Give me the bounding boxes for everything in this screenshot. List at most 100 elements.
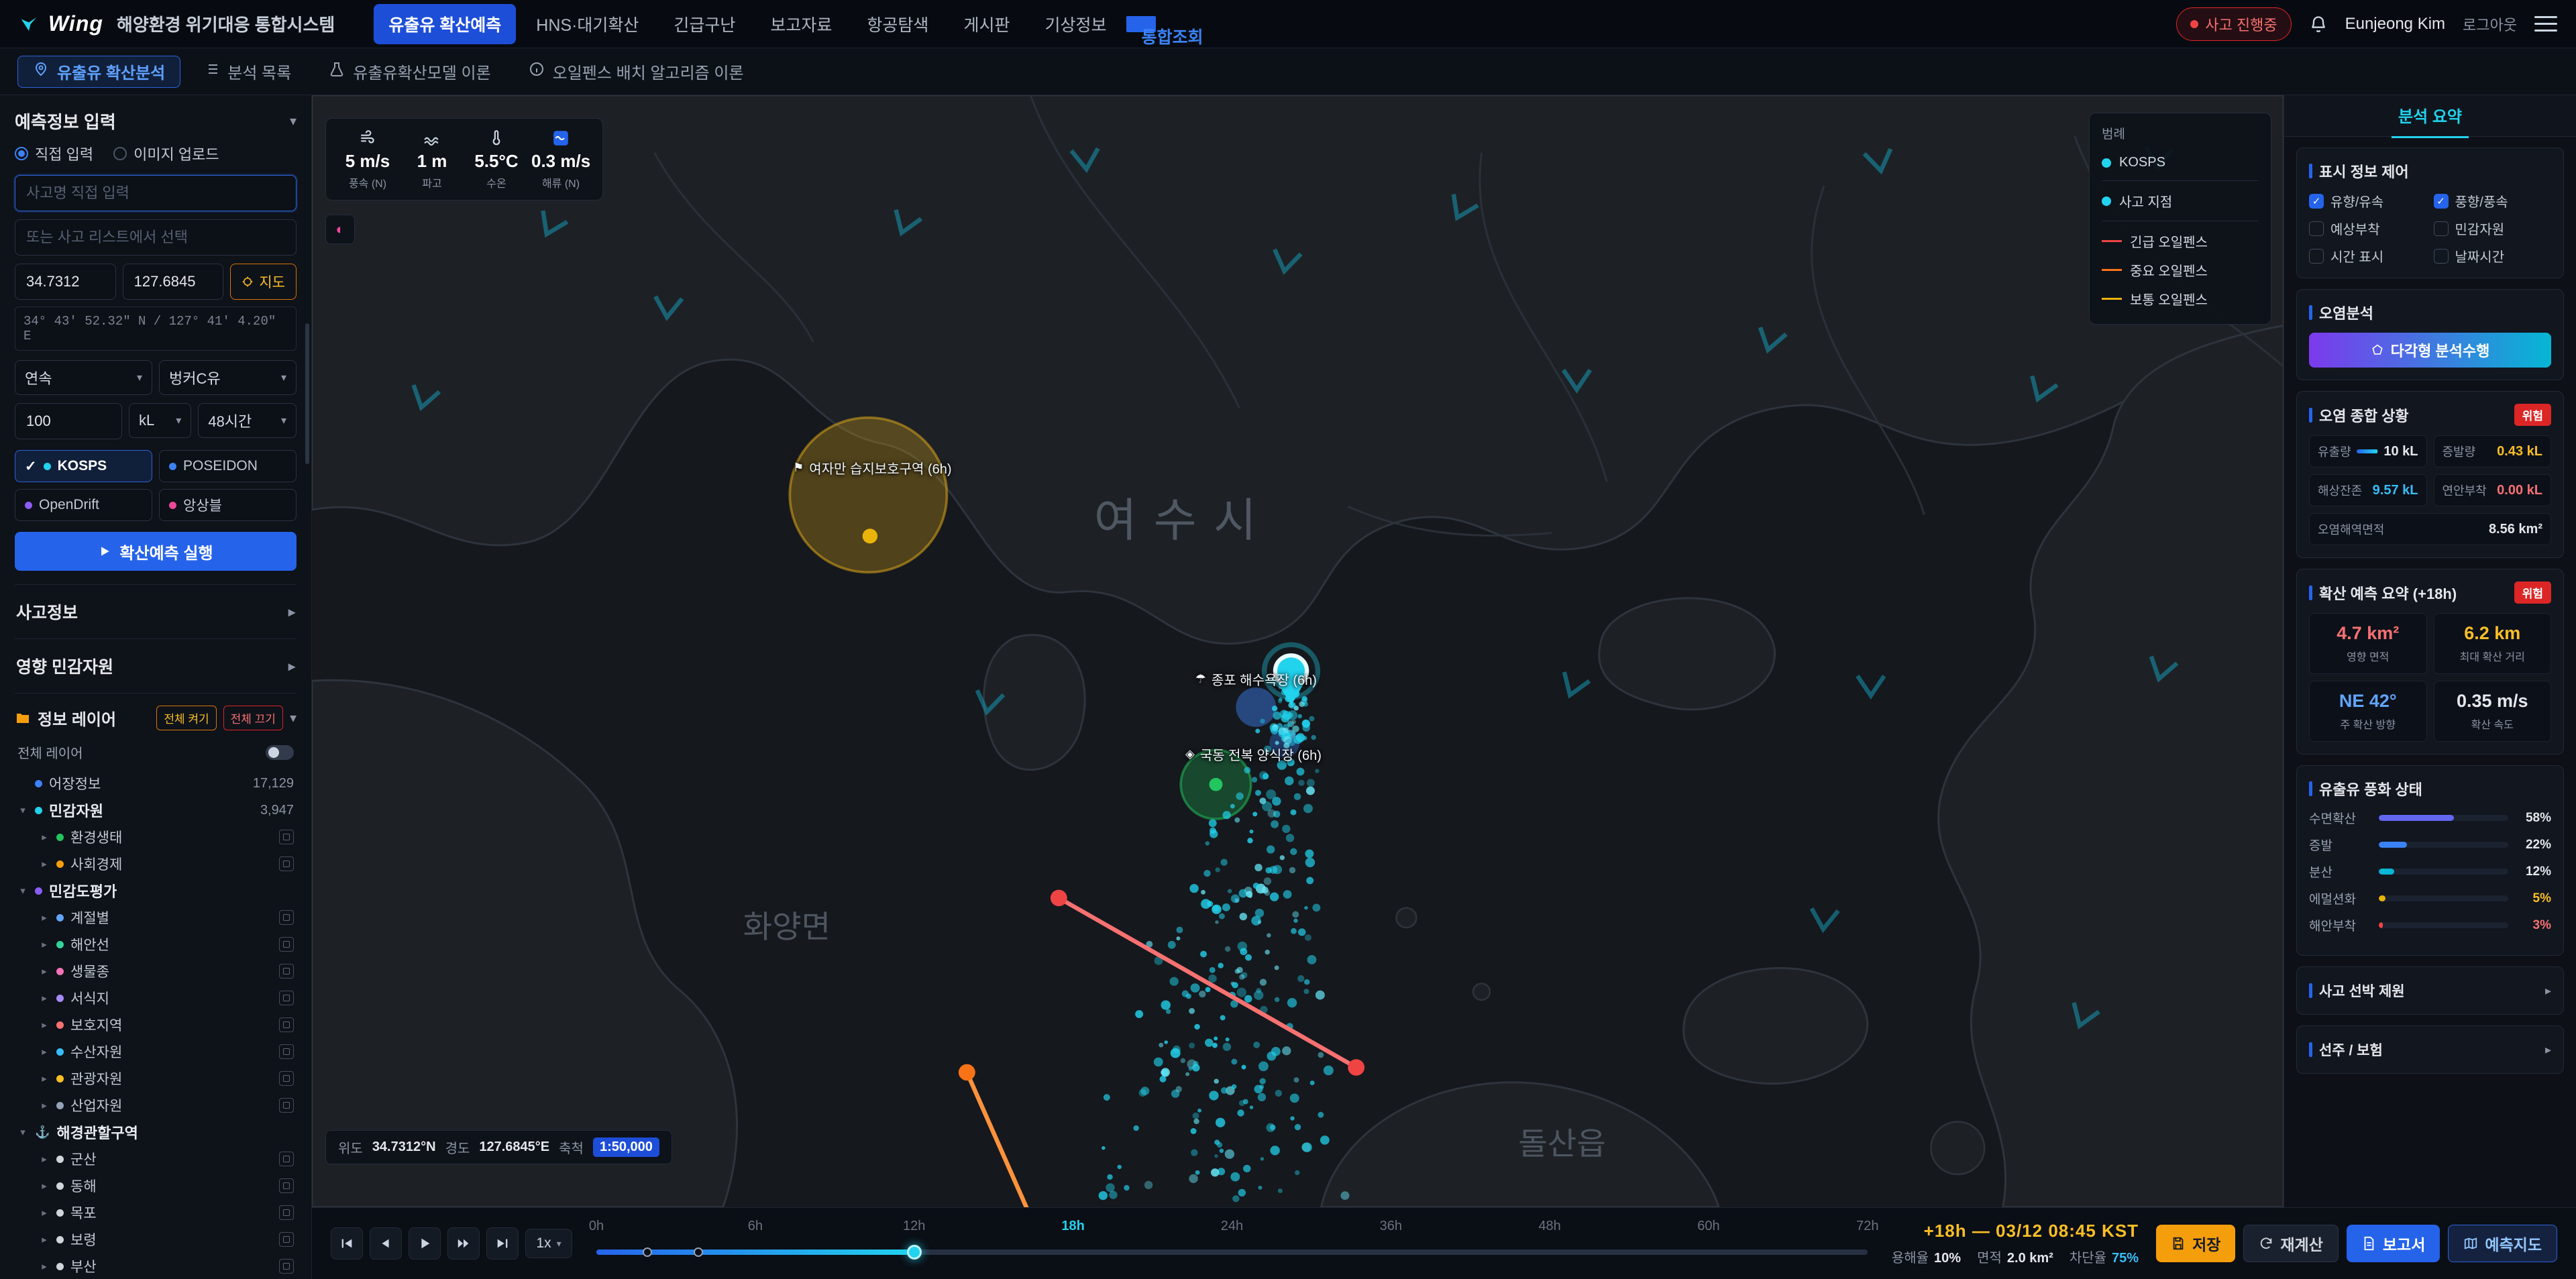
timeline-tick[interactable]: 36h	[1380, 1219, 1402, 1234]
layer-tree-row[interactable]: 어장정보17,129	[15, 770, 297, 797]
layer-style-icon[interactable]	[279, 1044, 294, 1059]
nav-item[interactable]: HNS·대기확산	[521, 4, 653, 44]
tab-info[interactable]: 오일펜스 배치 알고리즘 이론	[514, 56, 759, 88]
radio-direct-input[interactable]: 직접 입력	[15, 143, 93, 164]
layer-style-icon[interactable]	[279, 1232, 294, 1247]
layer-style-icon[interactable]	[279, 1178, 294, 1193]
timeline-tick[interactable]: 18h	[1061, 1219, 1084, 1234]
map[interactable]: 여수시 화양면 돌산읍	[312, 95, 2284, 1207]
duration-select[interactable]: 48시간▾	[198, 403, 297, 438]
nav-item[interactable]: 통합조회	[1126, 16, 1156, 32]
nav-item[interactable]: 기상정보	[1030, 4, 1121, 44]
timeline-tick[interactable]: 24h	[1221, 1219, 1243, 1234]
report-button[interactable]: 보고서	[2347, 1225, 2440, 1262]
pick-on-map-button[interactable]: 지도	[230, 264, 297, 300]
layer-tree-row[interactable]: ▾⚓해경관할구역	[15, 1119, 297, 1146]
fast-forward-button[interactable]	[447, 1227, 480, 1260]
layer-style-icon[interactable]	[279, 964, 294, 979]
model-chip-opendrift[interactable]: OpenDrift	[15, 489, 152, 521]
incident-list-input[interactable]	[15, 219, 297, 256]
layer-tree-row[interactable]: ▸군산	[15, 1146, 297, 1172]
playback-speed-select[interactable]: 1x▾	[525, 1229, 572, 1258]
timeline-tick[interactable]: 12h	[903, 1219, 925, 1234]
layer-tree-row[interactable]: ▸사회경제	[15, 850, 297, 877]
map-style-button[interactable]: ◐	[325, 215, 355, 244]
amount-input[interactable]	[15, 403, 122, 439]
timeline-tick[interactable]: 48h	[1538, 1219, 1560, 1234]
timeline-tick[interactable]: 60h	[1697, 1219, 1719, 1234]
layer-tree-row[interactable]: ▾민감자원3,947	[15, 797, 297, 824]
prediction-map-button[interactable]: 예측지도	[2448, 1225, 2557, 1262]
latitude-input[interactable]	[15, 264, 116, 300]
longitude-input[interactable]	[123, 264, 224, 300]
layers-all-off-button[interactable]: 전체 끄기	[223, 706, 283, 730]
skip-end-button[interactable]	[486, 1227, 519, 1260]
radio-image-upload[interactable]: 이미지 업로드	[113, 143, 219, 164]
summary-title[interactable]: 분석 요약	[2392, 95, 2469, 138]
timeline-track[interactable]	[596, 1249, 1868, 1255]
layer-style-icon[interactable]	[279, 1205, 294, 1220]
layer-tree-row[interactable]: ▸산업자원	[15, 1092, 297, 1119]
user-name[interactable]: Eunjeong Kim	[2345, 15, 2445, 34]
notifications-bell-icon[interactable]	[2309, 15, 2328, 34]
model-chip-kosps[interactable]: ✓KOSPS	[15, 450, 152, 482]
layer-style-icon[interactable]	[279, 910, 294, 925]
display-checkbox[interactable]: 민감자원	[2434, 219, 2552, 238]
layer-style-icon[interactable]	[279, 1098, 294, 1113]
layer-tree-row[interactable]: ▸수산자원	[15, 1038, 297, 1065]
save-button[interactable]: 저장	[2156, 1225, 2235, 1262]
logout-button[interactable]: 로그아웃	[2463, 13, 2517, 35]
layer-style-icon[interactable]	[279, 1071, 294, 1086]
tab-list[interactable]: 분석 목록	[189, 56, 306, 88]
recalculate-button[interactable]: 재계산	[2243, 1225, 2338, 1262]
incident-name-input[interactable]	[15, 175, 297, 211]
layer-style-icon[interactable]	[279, 1259, 294, 1274]
display-checkbox[interactable]: 예상부착	[2309, 219, 2427, 238]
section-incident-info[interactable]: 사고정보▸	[15, 584, 297, 638]
layer-tree-row[interactable]: ▸목포	[15, 1199, 297, 1226]
collapse-chevron-icon[interactable]: ▾	[290, 113, 297, 129]
vessel-spec-card[interactable]: 사고 선박 제원 ▸	[2296, 966, 2564, 1015]
layer-style-icon[interactable]	[279, 830, 294, 844]
spill-type-select[interactable]: 연속▾	[15, 360, 152, 395]
layer-style-icon[interactable]	[279, 1152, 294, 1166]
nav-item[interactable]: 게시판	[949, 4, 1024, 44]
layer-tree-row[interactable]: ▸계절별	[15, 904, 297, 931]
master-layer-toggle[interactable]	[266, 745, 294, 760]
timeline-tick[interactable]: 6h	[748, 1219, 763, 1234]
display-checkbox[interactable]: 시간 표시	[2309, 246, 2427, 266]
layer-style-icon[interactable]	[279, 1017, 294, 1032]
run-prediction-button[interactable]: 확산예측 실행	[15, 532, 297, 571]
skip-start-button[interactable]	[331, 1227, 363, 1260]
model-chip-poseidon[interactable]: POSEIDON	[159, 450, 297, 482]
display-checkbox[interactable]: 날짜시간	[2434, 246, 2552, 266]
sidebar-scrollbar[interactable]	[305, 323, 309, 464]
display-checkbox[interactable]: ✓유향/유속	[2309, 191, 2427, 211]
unit-select[interactable]: kL▾	[129, 403, 191, 438]
layer-style-icon[interactable]	[279, 991, 294, 1005]
section-sensitive-resources[interactable]: 영향 민감자원▸	[15, 638, 297, 693]
layer-tree-row[interactable]: ▸동해	[15, 1172, 297, 1199]
nav-item[interactable]: 보고자료	[755, 4, 847, 44]
timeline-tick[interactable]: 72h	[1856, 1219, 1878, 1234]
display-checkbox[interactable]: ✓풍향/풍속	[2434, 191, 2552, 211]
layer-tree-row[interactable]: ▸해안선	[15, 931, 297, 958]
layer-style-icon[interactable]	[279, 937, 294, 952]
timeline-event-marker[interactable]	[643, 1247, 652, 1257]
timeline-event-marker[interactable]	[694, 1247, 703, 1257]
layer-tree-row[interactable]: ▸관광자원	[15, 1065, 297, 1092]
layer-style-icon[interactable]	[279, 856, 294, 871]
layer-tree-row[interactable]: ▸서식지	[15, 985, 297, 1011]
model-chip-앙상블[interactable]: 앙상블	[159, 489, 297, 521]
map-canvas[interactable]: 여수시 화양면 돌산읍	[312, 95, 2284, 1207]
oil-type-select[interactable]: 벙커C유▾	[159, 360, 297, 395]
timeline-handle[interactable]	[907, 1245, 922, 1260]
layers-all-on-button[interactable]: 전체 켜기	[156, 706, 216, 730]
layers-chevron-icon[interactable]: ▾	[290, 710, 297, 726]
nav-item[interactable]: 항공탐색	[852, 4, 943, 44]
polygon-analysis-button[interactable]: 다각형 분석수행	[2309, 333, 2551, 368]
tab-model[interactable]: 유출유확산모델 이론	[314, 56, 505, 88]
incident-status-badge[interactable]: 사고 진행중	[2176, 7, 2291, 41]
tab-pin[interactable]: 유출유 확산분석	[17, 56, 180, 88]
nav-item[interactable]: 긴급구난	[659, 4, 750, 44]
